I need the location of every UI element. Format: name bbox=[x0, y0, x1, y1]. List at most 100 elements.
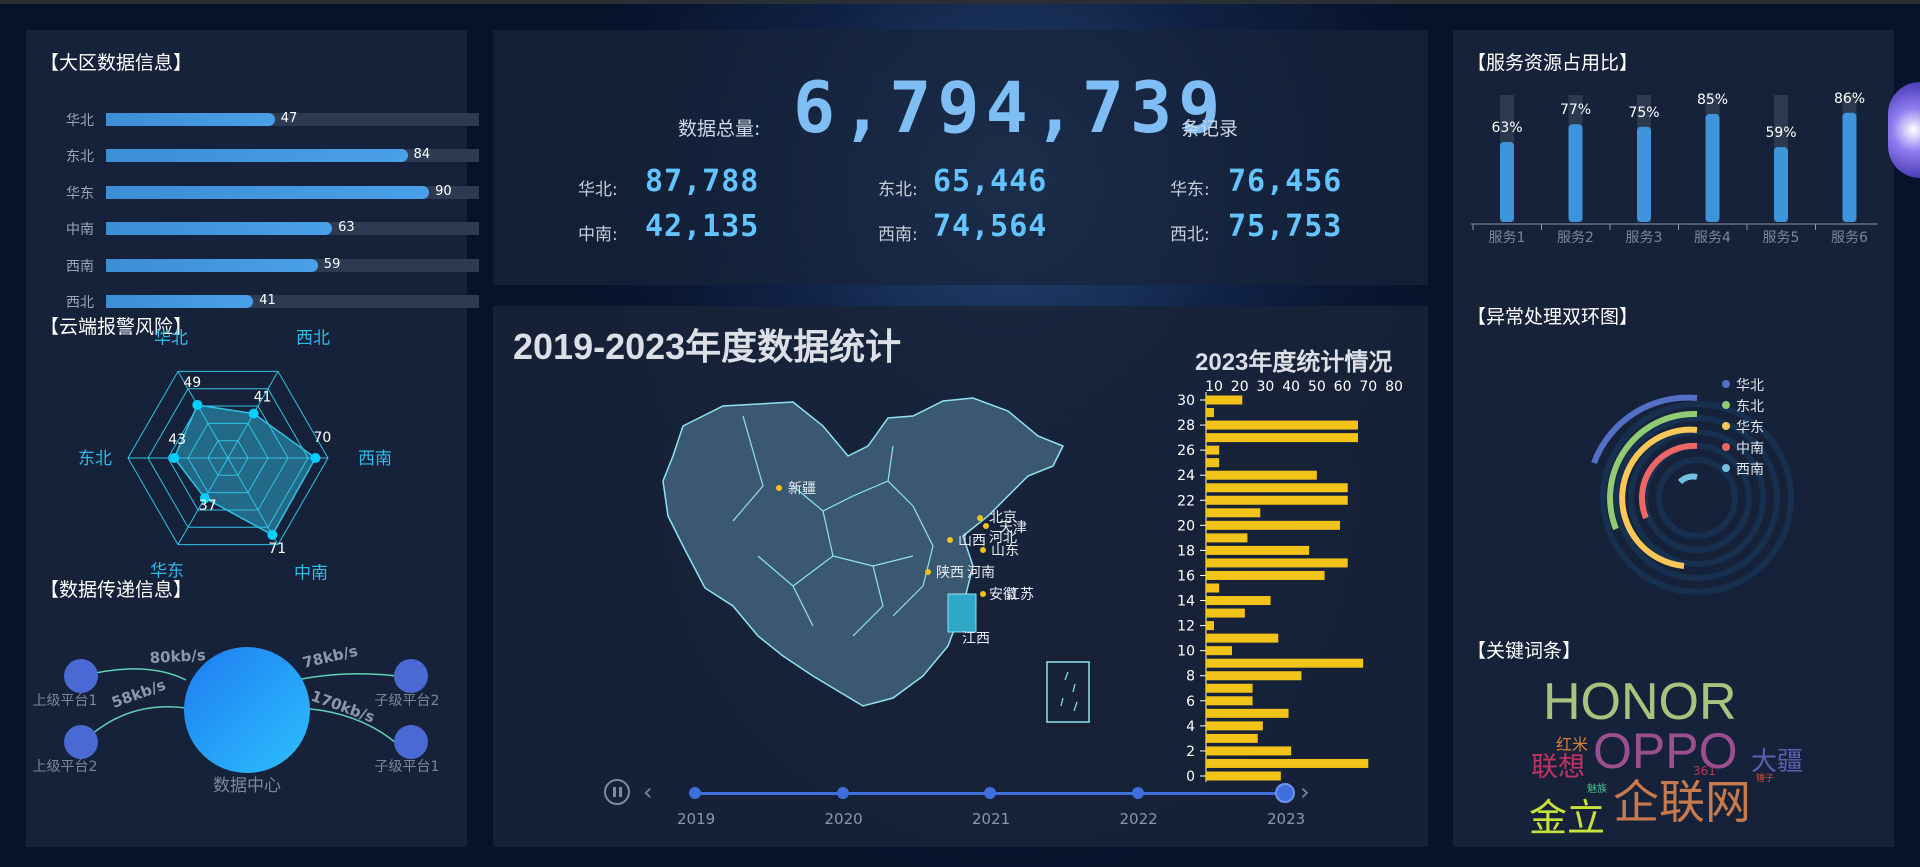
legend-dot bbox=[1722, 422, 1730, 430]
total-unit: 条记录 bbox=[1181, 118, 1239, 140]
x-tick-label: 60 bbox=[1334, 379, 1352, 395]
platform-node bbox=[64, 725, 98, 759]
legend-label: 华北 bbox=[1736, 378, 1764, 394]
stat-bar bbox=[1206, 696, 1253, 706]
right-panel: 【服务资源占用比】 63% 服务1 77% 服务2 75% 服务3 85% 服务4 59% 服务5… bbox=[1453, 30, 1894, 847]
total-label: 数据总量: bbox=[678, 118, 761, 140]
data-center-label: 数据中心 bbox=[213, 776, 281, 796]
timeline-year[interactable]: 2020 bbox=[825, 810, 863, 828]
platform-label: 上级平台2 bbox=[33, 759, 98, 775]
region-total-label: 西南: bbox=[878, 225, 918, 245]
stat-bar bbox=[1206, 733, 1258, 743]
transfer-rate: 80kb/s bbox=[149, 646, 206, 667]
legend-label: 东北 bbox=[1736, 399, 1764, 415]
region-total-value: 65,446 bbox=[933, 164, 1048, 199]
platform-node bbox=[394, 725, 428, 759]
region-total-label: 华北: bbox=[578, 180, 618, 200]
stat-bar bbox=[1206, 445, 1220, 455]
totals-panel: 数据总量: 6,794,739 条记录 华北: 87,788 东北: 65,446 华东… bbox=[493, 30, 1428, 285]
platform-label: 子级平台1 bbox=[375, 759, 440, 775]
stat-bar bbox=[1206, 758, 1369, 768]
stat-bar bbox=[1206, 470, 1317, 480]
stat-bar bbox=[1206, 621, 1214, 631]
stat-bar bbox=[1206, 395, 1243, 405]
y-tick-label: 2 bbox=[1186, 744, 1195, 760]
keyword-hongmi[interactable]: 红米 bbox=[1556, 736, 1588, 754]
stat-bar bbox=[1206, 520, 1340, 530]
stat-bar bbox=[1206, 545, 1310, 555]
ring-xinan bbox=[1677, 473, 1698, 485]
timeline-point[interactable] bbox=[984, 787, 996, 799]
keyword-dajiang[interactable]: 大疆 bbox=[1751, 748, 1803, 776]
y-tick-label: 20 bbox=[1177, 518, 1195, 534]
stat-bar bbox=[1206, 771, 1281, 781]
keyword-meizu[interactable]: 魅族 bbox=[1587, 784, 1607, 796]
x-tick-label: 30 bbox=[1257, 379, 1275, 395]
total-value: 6,794,739 bbox=[793, 67, 1227, 149]
left-panel: 【大区数据信息】 华北 47 东北 84 华东 90 中南 63 西南 59 西北 41 【云端报警风… bbox=[26, 30, 479, 847]
stat-bar bbox=[1206, 408, 1214, 418]
y-tick-label: 14 bbox=[1177, 594, 1195, 610]
data-center-node bbox=[184, 647, 310, 773]
legend-dot bbox=[1722, 464, 1730, 472]
prev-button[interactable]: ‹ bbox=[643, 780, 653, 804]
x-tick-label: 10 bbox=[1205, 379, 1223, 395]
transfer-rate: 170kb/s bbox=[309, 687, 378, 727]
stat-bar bbox=[1206, 683, 1253, 693]
stat-bar bbox=[1206, 646, 1232, 656]
x-tick-label: 50 bbox=[1308, 379, 1326, 395]
region-total-value: 87,788 bbox=[645, 164, 760, 199]
stat-bar bbox=[1206, 608, 1245, 618]
stat-bar bbox=[1206, 458, 1220, 468]
transfer-diagram: 上级平台1上级平台2子级平台2子级平台1数据中心80kb/s58kb/s78kb… bbox=[33, 642, 440, 796]
timeline-point[interactable] bbox=[1275, 783, 1295, 803]
timeline-year[interactable]: 2021 bbox=[972, 810, 1010, 828]
next-button[interactable]: › bbox=[1300, 780, 1310, 804]
region-total-label: 西北: bbox=[1170, 225, 1210, 245]
keyword-jinli[interactable]: 金立 bbox=[1529, 798, 1605, 838]
stat-bar bbox=[1206, 533, 1248, 543]
pause-button[interactable] bbox=[604, 779, 630, 805]
y-tick-label: 8 bbox=[1186, 669, 1195, 685]
timeline-year[interactable]: 2019 bbox=[677, 810, 715, 828]
timeline-point[interactable] bbox=[836, 787, 849, 799]
keywords-title: 【关键词条】 bbox=[1467, 641, 1582, 662]
legend-dot bbox=[1722, 401, 1730, 409]
stat-bar bbox=[1206, 570, 1325, 580]
pause-icon bbox=[613, 787, 616, 797]
legend-label: 华东 bbox=[1736, 420, 1764, 436]
x-tick-label: 80 bbox=[1385, 379, 1403, 395]
stat-bar bbox=[1206, 671, 1302, 681]
region-total-value: 75,753 bbox=[1228, 209, 1343, 244]
timeline-year[interactable]: 2023 bbox=[1267, 810, 1305, 828]
timeline-year[interactable]: 2022 bbox=[1120, 810, 1158, 828]
region-total-value: 42,135 bbox=[645, 209, 760, 244]
x-tick-label: 70 bbox=[1359, 379, 1377, 395]
keyword-chuizi[interactable]: 锤子 bbox=[1756, 774, 1774, 784]
stat-bar bbox=[1206, 633, 1279, 643]
region-total-value: 74,564 bbox=[933, 209, 1048, 244]
legend-label: 西南 bbox=[1736, 462, 1764, 478]
region-total-label: 东北: bbox=[878, 180, 918, 200]
stat-bar bbox=[1206, 596, 1271, 606]
y-tick-label: 18 bbox=[1177, 543, 1195, 559]
keyword-honor[interactable]: HONOR bbox=[1543, 676, 1737, 728]
stat-bar bbox=[1206, 746, 1292, 756]
stat-bar bbox=[1206, 495, 1348, 505]
top-bar bbox=[0, 0, 1920, 4]
keyword-lianxiang[interactable]: 联想 bbox=[1531, 754, 1585, 782]
y-tick-label: 4 bbox=[1186, 719, 1195, 735]
x-tick-label: 20 bbox=[1231, 379, 1249, 395]
keyword-361[interactable]: 361 bbox=[1693, 764, 1716, 778]
y-tick-label: 10 bbox=[1177, 644, 1195, 660]
region-total-value: 76,456 bbox=[1228, 164, 1343, 199]
timeline-point[interactable] bbox=[689, 787, 701, 799]
platform-node bbox=[64, 659, 98, 693]
y-tick-label: 24 bbox=[1177, 468, 1195, 484]
y-tick-label: 30 bbox=[1177, 393, 1195, 409]
timeline-point[interactable] bbox=[1131, 787, 1144, 799]
y-tick-label: 26 bbox=[1177, 443, 1195, 459]
legend-dot bbox=[1722, 443, 1730, 451]
legend-label: 中南 bbox=[1736, 441, 1764, 457]
keyword-qilianwang[interactable]: 企联网 bbox=[1613, 778, 1751, 826]
